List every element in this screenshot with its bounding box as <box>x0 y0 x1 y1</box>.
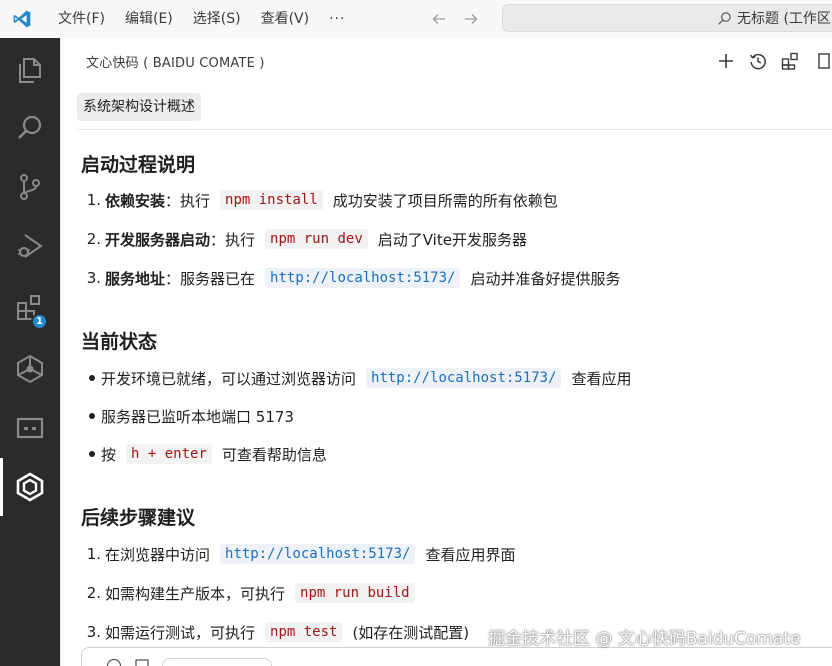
item-text: 如需运行测试，可执行 <box>105 623 256 642</box>
navigation-arrows <box>430 0 480 38</box>
menu-more[interactable]: ··· <box>319 0 355 38</box>
item-text: 查看应用 <box>571 369 632 388</box>
section-title: 当前状态 <box>81 331 158 353</box>
menu-file[interactable]: 文件(F) <box>48 0 115 38</box>
list-item: 1. 依赖安装 ：执行 npm install 成功安装了项目所需的所有依赖包 <box>81 187 558 213</box>
list-item: 开发环境已就绪，可以通过浏览器访问 http://localhost:5173/… <box>81 365 631 391</box>
list-marker: 1. <box>86 191 101 209</box>
chat-input[interactable] <box>81 647 832 666</box>
inline-code: npm test <box>265 622 343 642</box>
title-bar: 文件(F) 编辑(E) 选择(S) 查看(V) ··· 无标题 (工作区) <box>0 0 832 38</box>
section-title: 后续步骤建议 <box>81 507 196 529</box>
extensions-badge: 1 <box>31 313 48 330</box>
inline-code: h + enter <box>126 444 212 464</box>
menu-view[interactable]: 查看(V) <box>251 0 320 38</box>
vscode-logo-icon <box>0 0 44 38</box>
search-icon[interactable] <box>0 99 60 157</box>
list-marker: 3. <box>86 623 101 641</box>
attach-icon[interactable] <box>134 658 150 666</box>
item-text: 服务器已监听本地端口 5173 <box>101 407 294 426</box>
chat-title-chip[interactable]: 系统架构设计概述 <box>77 93 201 121</box>
list-marker: 3. <box>86 269 101 287</box>
panel-actions <box>715 38 832 84</box>
comate-icon[interactable] <box>0 458 60 516</box>
more-icon[interactable] <box>811 50 832 72</box>
item-strong: 开发服务器启动 <box>105 230 211 249</box>
run-debug-icon[interactable] <box>0 217 60 275</box>
menu-selection[interactable]: 选择(S) <box>183 0 251 38</box>
list-item: 1. 在浏览器中访问 http://localhost:5173/ 查看应用界面 <box>81 541 515 567</box>
section-title: 启动过程说明 <box>81 154 196 176</box>
item-text: 开发环境已就绪，可以通过浏览器访问 <box>101 369 357 388</box>
command-center-label: 无标题 (工作区) <box>737 11 832 27</box>
item-strong: 依赖安装 <box>105 191 166 210</box>
list-marker: 2. <box>86 584 101 602</box>
inline-code: npm install <box>220 190 323 210</box>
localhost-link[interactable]: http://localhost:5173/ <box>220 544 416 564</box>
list-marker: 2. <box>86 230 101 248</box>
inline-code: npm run dev <box>265 229 368 249</box>
item-text: ：执行 <box>210 230 256 249</box>
list-item: 服务器已监听本地端口 5173 <box>81 403 294 429</box>
list-item: 3. 服务地址 ：服务器已在 http://localhost:5173/ 启动… <box>81 265 620 291</box>
item-text: 启动并准备好提供服务 <box>470 269 621 288</box>
bullet <box>81 375 101 381</box>
item-text: 按 <box>101 445 117 464</box>
add-context-icon[interactable] <box>106 658 122 666</box>
add-icon[interactable] <box>715 50 737 72</box>
bullet <box>81 451 101 457</box>
item-text: 成功安装了项目所需的所有依赖包 <box>332 191 558 210</box>
item-text: 查看应用界面 <box>425 545 516 564</box>
bullet <box>81 413 101 419</box>
list-marker: 1. <box>86 545 101 563</box>
watermark: 掘金技术社区 @ 文心快码BaiduComate <box>488 629 801 649</box>
comate-panel: 文心快码 ( BAIDU COMATE ) 系统架构设计概述 启动过程说明 1.… <box>60 38 832 666</box>
list-item: 3. 如需运行测试，可执行 npm test (如存在测试配置) <box>81 619 469 645</box>
item-text: 可查看帮助信息 <box>221 445 327 464</box>
activity-bar: 1 <box>0 38 60 666</box>
menu-edit[interactable]: 编辑(E) <box>115 0 183 38</box>
history-icon[interactable] <box>747 50 769 72</box>
extensions-icon[interactable]: 1 <box>0 279 60 337</box>
chat-divider <box>77 129 832 130</box>
source-control-icon[interactable] <box>0 158 60 216</box>
item-text: (如存在测试配置) <box>352 623 470 642</box>
item-text: 启动了Vite开发服务器 <box>377 230 527 249</box>
list-item: 2. 如需构建生产版本，可执行 npm run build <box>81 580 425 606</box>
back-arrow-icon[interactable] <box>430 10 448 28</box>
menu-bar: 文件(F) 编辑(E) 选择(S) 查看(V) ··· <box>48 0 355 38</box>
item-text: ：服务器已在 <box>165 269 256 288</box>
comate-agent-icon[interactable] <box>0 340 60 398</box>
forward-arrow-icon[interactable] <box>462 10 480 28</box>
explorer-icon[interactable] <box>0 41 60 99</box>
list-item: 按 h + enter 可查看帮助信息 <box>81 441 327 467</box>
localhost-link[interactable]: http://localhost:5173/ <box>265 268 461 288</box>
list-item: 2. 开发服务器启动 ：执行 npm run dev 启动了Vite开发服务器 <box>81 226 527 252</box>
search-icon <box>715 9 733 27</box>
command-center[interactable]: 无标题 (工作区) <box>502 4 832 32</box>
remote-icon[interactable] <box>0 399 60 457</box>
item-text: ：执行 <box>165 191 211 210</box>
context-chip[interactable] <box>162 658 272 666</box>
inline-code: npm run build <box>295 583 415 603</box>
item-text: 在浏览器中访问 <box>105 545 211 564</box>
panel-header: 文心快码 ( BAIDU COMATE ) <box>61 38 832 84</box>
localhost-link[interactable]: http://localhost:5173/ <box>366 368 562 388</box>
item-strong: 服务地址 <box>105 269 166 288</box>
item-text: 如需构建生产版本，可执行 <box>105 584 286 603</box>
layout-icon[interactable] <box>779 50 801 72</box>
panel-title: 文心快码 ( BAIDU COMATE ) <box>86 55 265 71</box>
